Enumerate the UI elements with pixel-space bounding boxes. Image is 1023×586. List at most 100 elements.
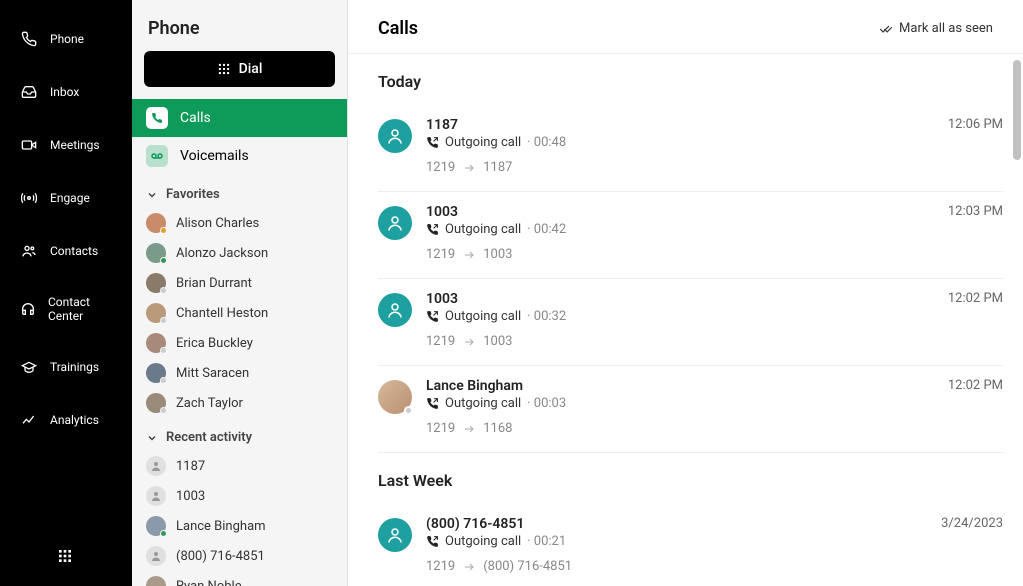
call-title: (800) 716-4851 (426, 516, 524, 532)
favorite-contact[interactable]: Mitt Saracen (132, 358, 347, 388)
dial-label: Dial (239, 61, 263, 77)
nav-item-analytics[interactable]: Analytics (0, 401, 132, 439)
video-icon (20, 136, 38, 154)
inbox-icon (20, 83, 38, 101)
recent-contact[interactable]: 1187 (132, 451, 347, 481)
call-info: 1187 12:06 PM Outgoing call · 00:48 1219… (426, 117, 1003, 175)
outgoing-call-icon (426, 535, 439, 548)
nav-label: Contact Center (48, 295, 112, 323)
contact-name: Brian Durrant (176, 276, 252, 291)
favorites-label: Favorites (166, 187, 220, 202)
chevron-down-icon (146, 189, 158, 201)
favorite-contact[interactable]: Erica Buckley (132, 328, 347, 358)
calls-list[interactable]: Today 1187 12:06 PM Outgoing call · 00:4… (348, 54, 1023, 586)
avatar (146, 486, 166, 506)
recent-header[interactable]: Recent activity (132, 418, 347, 451)
headset-icon (20, 300, 36, 318)
contact-name: (800) 716-4851 (176, 549, 265, 564)
call-type: Outgoing call (445, 135, 521, 150)
status-indicator (160, 377, 167, 384)
call-row[interactable]: 1187 12:06 PM Outgoing call · 00:48 1219… (378, 105, 1003, 192)
arrow-right-icon (463, 336, 475, 348)
phone-panel: Phone Dial Calls Voicemails Favorites Al… (132, 0, 348, 586)
avatar (146, 393, 166, 413)
call-info: Lance Bingham 12:02 PM Outgoing call · 0… (426, 378, 1003, 436)
phone-panel-title: Phone (132, 0, 347, 51)
call-title: Lance Bingham (426, 378, 523, 394)
nav-item-phone[interactable]: Phone (0, 20, 132, 58)
mark-all-seen-button[interactable]: Mark all as seen (879, 21, 993, 36)
recent-contact[interactable]: (800) 716-4851 (132, 541, 347, 571)
call-row[interactable]: Lance Bingham 12:02 PM Outgoing call · 0… (378, 366, 1003, 453)
avatar (146, 516, 166, 536)
avatar (146, 456, 166, 476)
status-indicator (160, 347, 167, 354)
avatar (146, 213, 166, 233)
outgoing-call-icon (426, 310, 439, 323)
favorites-header[interactable]: Favorites (132, 175, 347, 208)
call-info: 1003 12:02 PM Outgoing call · 00:32 1219… (426, 291, 1003, 349)
apps-grid-icon[interactable] (57, 548, 75, 566)
phone-square-icon (146, 107, 168, 129)
avatar (146, 576, 166, 586)
call-to: 1003 (483, 247, 512, 262)
call-to: 1003 (483, 334, 512, 349)
main-title: Calls (378, 18, 418, 39)
call-title: 1003 (426, 204, 458, 220)
favorite-contact[interactable]: Alonzo Jackson (132, 238, 347, 268)
nav-label: Trainings (50, 360, 99, 374)
nav-label: Inbox (50, 85, 79, 99)
call-time: 12:02 PM (948, 378, 1003, 393)
call-title: 1003 (426, 291, 458, 307)
contacts-icon (20, 242, 38, 260)
contact-name: Erica Buckley (176, 336, 253, 351)
nav-item-engage[interactable]: Engage (0, 179, 132, 217)
call-row[interactable]: 1003 12:02 PM Outgoing call · 00:32 1219… (378, 279, 1003, 366)
nav-label: Phone (50, 32, 84, 46)
recent-label: Recent activity (166, 430, 252, 445)
nav-item-inbox[interactable]: Inbox (0, 73, 132, 111)
favorite-contact[interactable]: Chantell Heston (132, 298, 347, 328)
call-info: (800) 716-4851 3/24/2023 Outgoing call ·… (426, 516, 1003, 574)
main-header: Calls Mark all as seen (348, 0, 1023, 54)
section-label: Voicemails (180, 148, 249, 164)
call-type: Outgoing call (445, 534, 521, 549)
section-voicemails[interactable]: Voicemails (132, 137, 347, 175)
call-from: 1219 (426, 421, 455, 436)
call-row[interactable]: (800) 716-4851 3/24/2023 Outgoing call ·… (378, 504, 1003, 586)
favorite-contact[interactable]: Alison Charles (132, 208, 347, 238)
call-time: 12:06 PM (948, 117, 1003, 132)
call-avatar (378, 518, 412, 552)
section-calls[interactable]: Calls (132, 99, 347, 137)
call-from: 1219 (426, 247, 455, 262)
call-duration: · 00:48 (527, 135, 566, 150)
outgoing-call-icon (426, 223, 439, 236)
recent-contact[interactable]: 1003 (132, 481, 347, 511)
outgoing-call-icon (426, 397, 439, 410)
call-time: 12:03 PM (948, 204, 1003, 219)
nav-item-trainings[interactable]: Trainings (0, 348, 132, 386)
favorite-contact[interactable]: Brian Durrant (132, 268, 347, 298)
nav-label: Meetings (50, 138, 100, 152)
call-row[interactable]: 1003 12:03 PM Outgoing call · 00:42 1219… (378, 192, 1003, 279)
avatar (146, 243, 166, 263)
analytics-icon (20, 411, 38, 429)
arrow-right-icon (463, 423, 475, 435)
recent-contact[interactable]: Ryan Noble (132, 571, 347, 586)
nav-label: Analytics (50, 413, 99, 427)
nav-item-contacts[interactable]: Contacts (0, 232, 132, 270)
scrollbar-thumb[interactable] (1013, 60, 1021, 160)
nav-label: Engage (50, 191, 90, 205)
arrow-right-icon (463, 249, 475, 261)
check-all-icon (879, 22, 893, 36)
dial-button[interactable]: Dial (144, 51, 335, 87)
nav-item-contact-center[interactable]: Contact Center (0, 285, 132, 333)
status-indicator (160, 530, 167, 537)
nav-item-meetings[interactable]: Meetings (0, 126, 132, 164)
recent-contact[interactable]: Lance Bingham (132, 511, 347, 541)
status-indicator (404, 406, 413, 415)
call-to: 1168 (483, 421, 512, 436)
status-indicator (160, 227, 167, 234)
favorite-contact[interactable]: Zach Taylor (132, 388, 347, 418)
date-group-header: Today (378, 54, 1003, 105)
